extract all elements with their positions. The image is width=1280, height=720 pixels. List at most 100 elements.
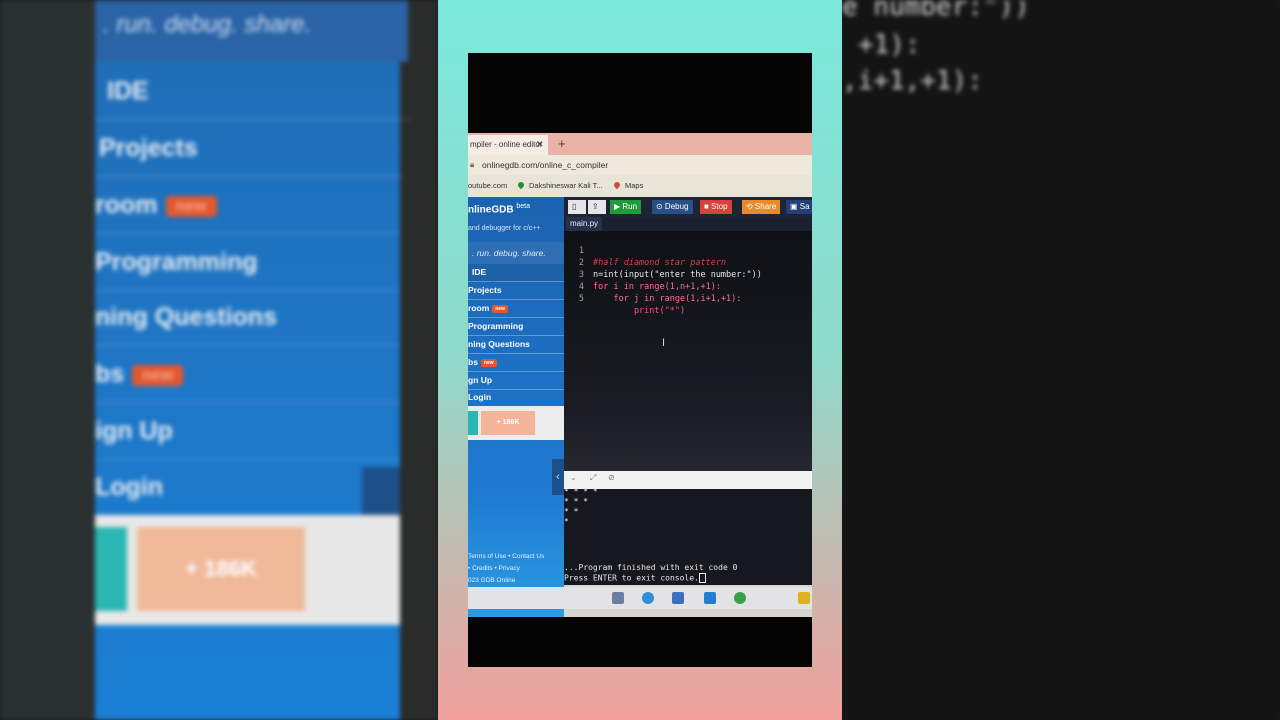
sidebar-item-signup[interactable]: gn Up bbox=[468, 372, 564, 390]
background-motto: . run. debug. share. bbox=[95, 0, 408, 62]
background-button-bar: + 186K bbox=[95, 515, 400, 625]
sidebar-item-labs[interactable]: bs new bbox=[468, 354, 564, 372]
console-output-line: * * bbox=[564, 507, 579, 516]
background-nav-labs-label: bs bbox=[95, 360, 125, 388]
console-output-line: * bbox=[564, 517, 569, 526]
bookmark-dakshineswar-label: Dakshineswar Kali T... bbox=[529, 181, 603, 190]
background-nav-questions: ning Questions bbox=[95, 290, 400, 346]
sidebar-item-programming[interactable]: Programming bbox=[468, 318, 564, 336]
sidebar-item-labs-label: bs bbox=[468, 357, 478, 367]
sidebar-item-projects[interactable]: Projects bbox=[468, 282, 564, 300]
footer-credits[interactable]: • Credits • Privacy bbox=[468, 565, 520, 572]
background-code-line-2: +1): bbox=[858, 30, 921, 60]
line-number: 5 bbox=[578, 294, 584, 304]
code-text: print("*") bbox=[593, 306, 686, 316]
bookmarks-bar: outube.com Dakshineswar Kali T... Maps bbox=[468, 175, 812, 197]
console-splitter[interactable]: ⌄ ⤢ ⊘ bbox=[564, 471, 812, 489]
new-tab-plus-icon[interactable]: + bbox=[558, 136, 566, 151]
task-view-icon[interactable] bbox=[612, 592, 624, 604]
code-editor[interactable]: 1 #half diamond star pattern 2 n=int(inp… bbox=[564, 231, 812, 471]
chrome-icon[interactable] bbox=[734, 592, 746, 604]
console-output-line: * * * * bbox=[564, 487, 598, 496]
background-nav-projects: Projects bbox=[95, 121, 404, 177]
collapse-chevron-left-icon[interactable]: ‹ bbox=[552, 459, 564, 495]
background-left-blur: . run. debug. share. IDE Projects room ne… bbox=[0, 0, 438, 720]
console-finished-message: ...Program finished with exit code 0 bbox=[564, 563, 738, 572]
expand-icon[interactable]: ⤢ bbox=[590, 473, 596, 483]
ide-toolbar: ▯ ⇪ ▶ Run ⊙ Debug ■ Stop ⟲ Share ▣ Sa bbox=[564, 197, 812, 217]
windows-taskbar bbox=[468, 587, 812, 609]
address-url: onlinegdb.com/online_c_compiler bbox=[482, 160, 609, 170]
collapse-chevron-icon[interactable]: ⌄ bbox=[570, 473, 577, 482]
background-right-blur: e number:")) +1): ,i+1,+1): bbox=[842, 0, 1280, 720]
background-nav-signup: ign Up bbox=[95, 404, 400, 460]
gdb-motto: . run. debug. share. bbox=[468, 242, 568, 264]
background-nav-login: Login bbox=[95, 473, 164, 501]
sidebar-item-ide[interactable]: IDE bbox=[468, 264, 568, 282]
teal-share-button[interactable] bbox=[468, 411, 478, 435]
upload-icon[interactable]: ⇪ bbox=[588, 200, 606, 214]
store-icon[interactable] bbox=[704, 592, 716, 604]
background-dark-strip bbox=[0, 0, 95, 720]
browser-window: mpiler - online editor ✕ + 🔒︎ onlinegdb.… bbox=[468, 133, 812, 617]
file-tab-main[interactable]: main.py bbox=[566, 217, 603, 231]
bookmark-dakshineswar[interactable]: Dakshineswar Kali T... bbox=[516, 175, 603, 197]
console-output-line: * * * bbox=[564, 497, 589, 506]
stop-button[interactable]: ■ Stop bbox=[700, 200, 732, 214]
new-badge: new bbox=[492, 304, 508, 313]
screen-photo: mpiler - online editor ✕ + 🔒︎ onlinegdb.… bbox=[468, 53, 812, 667]
clear-icon[interactable]: ⊘ bbox=[608, 473, 615, 482]
code-line: 4 for j in range(1,i+1,+1): bbox=[564, 269, 812, 304]
save-button[interactable]: ▣ Sa bbox=[786, 200, 812, 214]
follow-count-button[interactable]: + 186K bbox=[481, 411, 535, 435]
console-prompt-line: Press ENTER to exit console. bbox=[564, 573, 706, 584]
gdb-beta-label: beta bbox=[516, 203, 530, 210]
share-button[interactable]: ⟲ Share bbox=[742, 200, 781, 214]
address-bar[interactable]: 🔒︎ onlinegdb.com/online_c_compiler bbox=[468, 155, 812, 175]
sidebar-item-questions[interactable]: ning Questions bbox=[468, 336, 564, 354]
debug-button[interactable]: ⊙ Debug bbox=[652, 200, 693, 214]
browser-tab-strip: mpiler - online editor ✕ + bbox=[468, 133, 812, 155]
background-nav-labs: bs new bbox=[95, 347, 400, 403]
run-button[interactable]: ▶ Run bbox=[610, 200, 642, 214]
file-tab-bar: main.py bbox=[564, 217, 812, 231]
code-text: for j in range(1,i+1,+1): bbox=[593, 294, 742, 304]
edge-icon[interactable] bbox=[642, 592, 654, 604]
file-explorer-icon[interactable] bbox=[798, 592, 810, 604]
background-code-line-1: e number:")) bbox=[842, 0, 1030, 22]
background-teal-button bbox=[95, 527, 127, 611]
gdb-logo[interactable]: nlineGDB beta bbox=[468, 203, 530, 215]
social-button-bar: + 186K bbox=[468, 406, 564, 440]
footer-terms[interactable]: Terms of Use • Contact Us bbox=[468, 553, 544, 560]
code-line: 1 #half diamond star pattern bbox=[564, 233, 812, 268]
sidebar-item-login[interactable]: Login bbox=[468, 389, 564, 406]
map-pin-icon bbox=[516, 180, 526, 190]
new-badge-labs: new bbox=[480, 358, 497, 367]
gdb-logo-text: nlineGDB bbox=[468, 204, 514, 216]
code-line: 5 print("*") bbox=[564, 281, 812, 316]
bookmark-maps-label: Maps bbox=[625, 181, 644, 190]
code-line: 2 n=int(input("enter the number:")) bbox=[564, 245, 812, 280]
sidebar-item-classroom-label: room bbox=[468, 303, 490, 313]
background-nav-ide: IDE bbox=[95, 64, 412, 120]
gdb-tagline: and debugger for c/c++ bbox=[468, 225, 541, 232]
background-nav-classroom: room new bbox=[95, 178, 400, 234]
background-count-button: + 186K bbox=[137, 527, 305, 611]
output-console[interactable]: * * * * * * * * * * ...Program finished … bbox=[564, 487, 812, 585]
console-prompt-text: Press ENTER to exit console. bbox=[564, 573, 699, 583]
browser-tab-title: mpiler - online editor bbox=[470, 140, 543, 149]
gdb-sidebar: nlineGDB beta and debugger for c/c++ . r… bbox=[468, 197, 568, 617]
maps-pin-icon bbox=[612, 180, 622, 190]
tab-close-icon[interactable]: ✕ bbox=[536, 139, 544, 150]
background-new-badge-2: new bbox=[132, 364, 184, 386]
bookmark-maps[interactable]: Maps bbox=[612, 175, 644, 197]
bookmark-youtube[interactable]: outube.com bbox=[468, 175, 507, 197]
background-new-badge: new bbox=[165, 195, 217, 217]
new-file-icon[interactable]: ▯ bbox=[568, 200, 586, 214]
console-caret bbox=[698, 573, 706, 583]
background-nav-classroom-label: room bbox=[95, 191, 158, 219]
background-nav-programming: Programming bbox=[95, 235, 400, 291]
sidebar-item-classroom[interactable]: room new bbox=[468, 300, 564, 318]
mail-icon[interactable] bbox=[672, 592, 684, 604]
text-cursor-icon: I bbox=[662, 337, 666, 349]
